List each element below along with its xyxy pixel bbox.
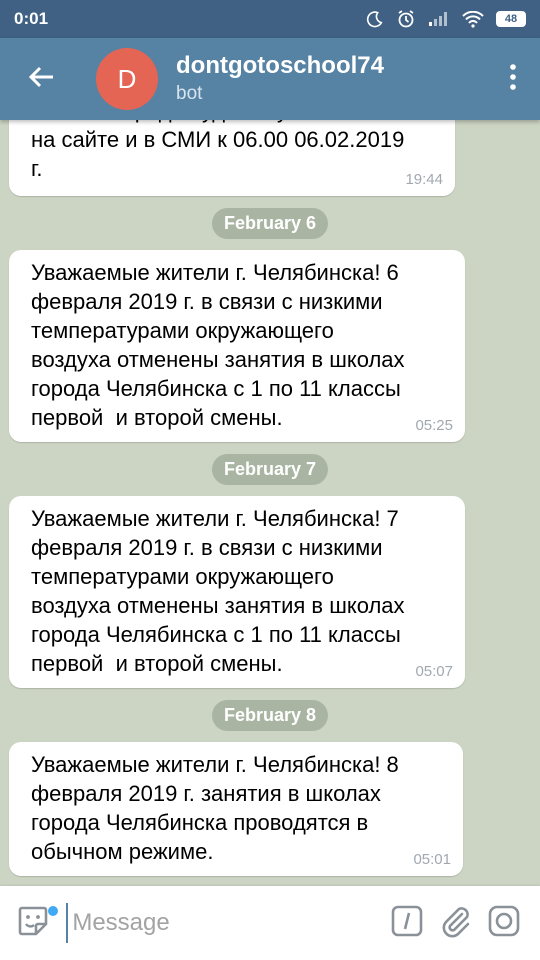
message-bubble[interactable]: Уважаемые жители г. Челябинска! 7 феврал… <box>9 496 465 688</box>
alarm-icon <box>396 9 416 29</box>
message-time: 05:07 <box>415 663 453 680</box>
date-separator: February 8 <box>211 700 329 731</box>
wifi-icon <box>462 10 484 28</box>
slash-command-icon <box>390 904 424 943</box>
message-time: 19:44 <box>405 171 443 188</box>
sticker-icon <box>16 904 50 943</box>
moon-icon <box>366 10 384 28</box>
sticker-button[interactable] <box>0 886 66 960</box>
date-separator: February 6 <box>211 208 329 239</box>
chat-header: D dontgotoschool74 bot <box>0 38 540 120</box>
message-bubble[interactable]: Уважаемые жители г. Челябинска! 6 феврал… <box>9 250 465 442</box>
arrow-left-icon <box>28 66 54 93</box>
notification-dot <box>48 906 58 916</box>
status-icons: 48 <box>366 9 526 29</box>
chat-title: dontgotoschool74 <box>176 52 384 79</box>
date-separator: February 7 <box>211 454 329 485</box>
message-text: Уважаемые жители г. Челябинска! 6 феврал… <box>31 260 405 430</box>
more-vertical-icon <box>510 63 516 95</box>
message-text: Уважаемые жители г. Челябинска! 8 феврал… <box>31 752 399 864</box>
status-time: 0:01 <box>14 9 49 28</box>
chat-subtitle: bot <box>176 83 203 104</box>
message-time: 05:25 <box>415 417 453 434</box>
battery-indicator: 48 <box>496 11 526 27</box>
bot-command-button[interactable] <box>382 886 431 960</box>
chat-info[interactable]: dontgotoschool74 bot <box>176 52 384 106</box>
signal-icon <box>428 11 450 27</box>
more-options-button[interactable] <box>486 38 540 120</box>
camera-button[interactable] <box>479 886 528 960</box>
avatar[interactable]: D <box>96 48 158 110</box>
message-bubble[interactable]: Школах города будет опубликована на сайт… <box>9 120 455 196</box>
message-bubble[interactable]: Уважаемые жители г. Челябинска! 8 феврал… <box>9 742 463 876</box>
attach-button[interactable] <box>431 886 480 960</box>
message-input[interactable] <box>66 903 383 943</box>
message-list[interactable]: Школах города будет опубликована на сайт… <box>0 120 540 886</box>
status-bar: 0:01 48 <box>0 0 540 38</box>
message-composer <box>0 886 540 960</box>
message-text: Уважаемые жители г. Челябинска! 7 феврал… <box>31 506 405 676</box>
message-time: 05:01 <box>413 851 451 868</box>
back-button[interactable] <box>0 38 82 120</box>
message-text: Школах города будет опубликована на сайт… <box>31 120 405 181</box>
camera-icon <box>487 904 521 943</box>
paperclip-icon <box>438 904 472 943</box>
